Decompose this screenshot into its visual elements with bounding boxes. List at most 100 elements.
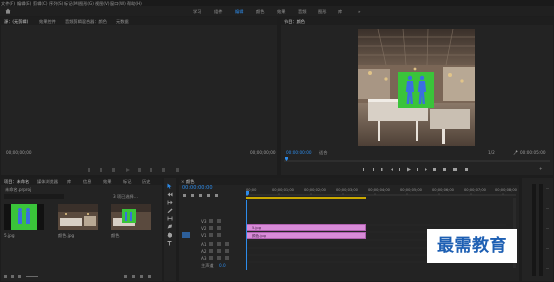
tab-audio-clip-mixer[interactable]: 音频剪辑混合器：颜色 (65, 19, 107, 24)
project-item[interactable]: 颜色 (111, 204, 151, 239)
workspace-effects[interactable]: 效果 (277, 9, 285, 14)
project-item[interactable]: 颜色.jpg (58, 204, 98, 239)
hand-tool-icon[interactable] (167, 232, 173, 238)
tab-markers[interactable]: 标记 (123, 179, 131, 184)
menu-edit[interactable]: 编辑(E) (17, 1, 31, 6)
program-transport-controls[interactable] (361, 167, 486, 172)
tab-history[interactable]: 历史 (142, 179, 150, 184)
project-item-name: 颜色.jpg (58, 233, 75, 238)
track-label: A1 (201, 242, 207, 247)
tab-info[interactable]: 信息 (83, 179, 91, 184)
tools-panel (164, 178, 176, 281)
project-filename: 未命名.prproj (5, 187, 32, 192)
program-viewer (358, 29, 475, 146)
program-fit-dropdown[interactable]: 适合 (319, 150, 327, 155)
program-panel: 节目：颜色 00:00:00:00 适合 1/2 00:00:05:00 + (281, 17, 553, 175)
clip-v1[interactable]: 颜色.jpg (246, 232, 366, 239)
track-select-tool-icon[interactable] (167, 192, 173, 197)
tab-project[interactable]: 项目：未命名 (4, 179, 29, 184)
menu-view[interactable]: 视图(V) (95, 1, 110, 6)
tab-libraries[interactable]: 库 (67, 179, 71, 184)
timeline-toolbar[interactable] (183, 193, 223, 198)
playhead[interactable] (246, 200, 247, 270)
project-item-count: 3 项已选择… (113, 194, 138, 199)
source-timecode-right: 00;00;00;00 (250, 150, 276, 155)
thumbnail-sequence (111, 204, 151, 230)
project-item-name: 5.jpg (4, 233, 15, 238)
workspace-graphics[interactable]: 图形 (318, 9, 326, 14)
program-timecode-left[interactable]: 00:00:00:00 (286, 150, 312, 155)
ruler-tick: 00;00;08;00 (495, 188, 517, 192)
timeline-title[interactable]: 颜色 (186, 179, 194, 184)
ripple-edit-tool-icon[interactable] (167, 200, 173, 205)
ruler-tick: 00;00;03;00 (336, 188, 358, 192)
ruler-tick: 00;00 (246, 188, 257, 192)
thumbnail-kitchen (58, 204, 98, 230)
project-panel: 项目：未命名 媒体浏览器 库 信息 效果 标记 历史 未命名.prproj 3 … (1, 178, 162, 281)
workspace-color[interactable]: 颜色 (256, 9, 264, 14)
ruler-tick: 00;00;07;00 (464, 188, 486, 192)
track-label: A2 (201, 249, 207, 254)
program-title[interactable]: 节目：颜色 (284, 19, 305, 24)
program-resolution[interactable]: 1/2 (488, 150, 495, 155)
workspace-more-icon[interactable]: » (358, 9, 361, 14)
selection-tool-icon[interactable] (167, 183, 172, 189)
master-label: 主声道 (201, 263, 214, 268)
menu-file[interactable]: 文件(F) (1, 1, 15, 6)
watermark: 最需教育 (427, 229, 517, 263)
ruler-tick: 00;00;05;00 (400, 188, 422, 192)
tab-effects[interactable]: 效果 (103, 179, 111, 184)
clip-label: 5.jpg (252, 225, 261, 230)
menu-help[interactable]: 帮助(H) (127, 1, 142, 6)
track-header-master[interactable]: 主声道 0.0 (179, 262, 244, 269)
home-icon[interactable] (5, 8, 11, 14)
menu-window[interactable]: 窗口(W) (110, 1, 126, 6)
workspace-audio[interactable]: 音频 (298, 9, 306, 14)
source-panel: 源：(无剪辑) 效果控件 音频剪辑混合器：颜色 元数据 00;00;00;00 … (1, 17, 277, 175)
project-item-name: 颜色 (111, 233, 120, 238)
workspace-libraries[interactable]: 库 (338, 9, 342, 14)
timeline-timecode[interactable]: 00:00:00:00 (182, 186, 213, 191)
master-value[interactable]: 0.0 (219, 263, 226, 268)
workspace-assembly[interactable]: 组件 (214, 9, 222, 14)
menu-clip[interactable]: 剪辑(C) (33, 1, 48, 6)
project-bottom-toolbar[interactable] (4, 274, 159, 279)
clip-label: 颜色.jpg (252, 233, 266, 238)
ruler-tick: 00;00;01;00 (272, 188, 294, 192)
workspace-editing[interactable]: 编辑 (235, 9, 243, 14)
menu-marker[interactable]: 标记(M) (64, 1, 79, 6)
program-add-button[interactable]: + (539, 166, 543, 171)
wrench-icon[interactable] (513, 150, 518, 155)
tab-media-browser[interactable]: 媒体浏览器 (37, 179, 58, 184)
workspace-learn[interactable]: 学习 (193, 9, 201, 14)
ruler-tick: 00;00;06;00 (432, 188, 454, 192)
menu-graphics[interactable]: 图形(G) (79, 1, 94, 6)
track-label: V1 (201, 233, 207, 238)
tab-effect-controls[interactable]: 效果控件 (39, 19, 56, 24)
menu-sequence[interactable]: 序列(S) (49, 1, 63, 6)
program-timecode-right: 00:00:05:00 (520, 150, 546, 155)
project-search-field[interactable] (4, 194, 64, 199)
ruler-tick: 00;00;02;00 (304, 188, 326, 192)
program-scrubber[interactable] (284, 157, 550, 162)
ruler-tick: 00;00;04;00 (368, 188, 390, 192)
track-icons[interactable] (207, 218, 237, 262)
audio-meters (522, 178, 553, 281)
pen-tool-icon[interactable] (167, 224, 173, 229)
clip-v2[interactable]: 5.jpg (246, 224, 366, 231)
tab-source[interactable]: 源：(无剪辑) (4, 19, 28, 24)
tab-metadata[interactable]: 元数据 (116, 19, 129, 24)
track-label: A3 (201, 256, 207, 261)
source-timecode-left[interactable]: 00;00;00;00 (6, 150, 32, 155)
track-label: V2 (201, 226, 207, 231)
project-item[interactable]: 5.jpg (4, 204, 44, 239)
kitchen-image (358, 29, 475, 146)
thumbnail-green-screen (4, 204, 44, 230)
workspace-bar: 学习 组件 编辑 颜色 效果 音频 图形 库 » (0, 6, 554, 16)
timeline-close-icon[interactable]: × (181, 179, 185, 184)
slip-tool-icon[interactable] (167, 216, 173, 221)
razor-tool-icon[interactable] (167, 208, 173, 213)
type-tool-icon[interactable] (167, 241, 172, 246)
track-label: V3 (201, 219, 207, 224)
source-transport-controls[interactable] (86, 168, 196, 172)
